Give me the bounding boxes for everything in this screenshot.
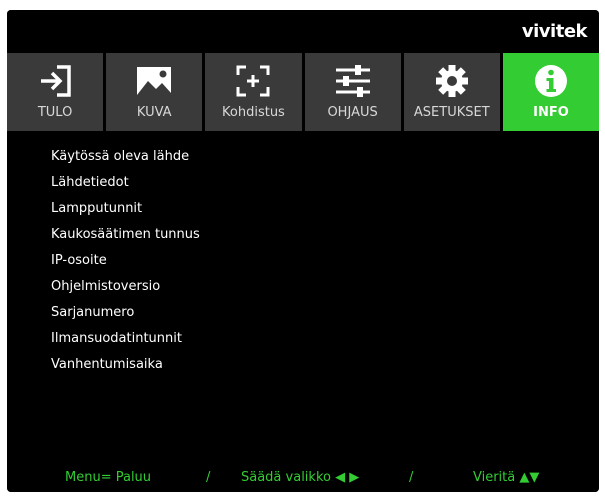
tab-tulo[interactable]: TULO [7, 53, 107, 131]
tab-label: KUVA [136, 105, 172, 120]
menu-item-lahdetiedot[interactable]: Lähdetiedot [51, 170, 599, 196]
alignment-icon [236, 65, 270, 97]
brand-bar: vivitek [7, 10, 599, 52]
menu-item-sarjanumero[interactable]: Sarjanumero [51, 300, 599, 326]
menu-item-kaukosaatimen-tunnus[interactable]: Kaukosäätimen tunnus [51, 222, 599, 248]
tab-kohdistus[interactable]: Kohdistus [205, 53, 305, 131]
tab-asetukset[interactable]: ASETUKSET [403, 53, 503, 131]
image-icon [137, 67, 172, 95]
tab-bar: TULO KUVA Kohdistus OHJAUS ASETUKSET INF… [7, 53, 599, 131]
hint-adjust: Säädä valikko ◀ ▶ [241, 470, 360, 485]
menu-item-vanhentumisaika[interactable]: Vanhentumisaika [51, 352, 599, 378]
tab-label: Kohdistus [222, 105, 285, 120]
menu-item-kaytossa-oleva-lahde[interactable]: Käytössä oleva lähde [51, 144, 599, 170]
gear-icon [435, 65, 468, 97]
menu-item-lampputunnit[interactable]: Lampputunnit [51, 196, 599, 222]
hint-separator: / [409, 470, 414, 485]
hint-separator: / [206, 470, 211, 485]
tab-ohjaus[interactable]: OHJAUS [304, 53, 404, 131]
tab-label: TULO [37, 105, 73, 120]
tab-label: ASETUKSET [413, 105, 490, 120]
info-icon [534, 65, 567, 97]
tab-kuva[interactable]: KUVA [106, 53, 206, 131]
tab-label: INFO [533, 105, 569, 120]
menu-item-ilmansuodatintunnit[interactable]: Ilmansuodatintunnit [51, 326, 599, 352]
footer-hints: Menu= Paluu / Säädä valikko ◀ ▶ / Vierit… [7, 462, 599, 492]
tab-label: OHJAUS [327, 105, 378, 120]
info-menu: Käytössä oleva lähde Lähdetiedot Lampput… [7, 131, 599, 461]
vivitek-logo: vivitek [521, 21, 588, 42]
tab-info[interactable]: INFO [502, 53, 599, 131]
hint-back: Menu= Paluu [65, 470, 152, 485]
input-icon [41, 65, 71, 97]
menu-item-ohjelmistoversio[interactable]: Ohjelmistoversio [51, 274, 599, 300]
menu-item-ip-osoite[interactable]: IP-osoite [51, 248, 599, 274]
osd-menu: vivitek TULO KUVA Kohdistus OHJAUS ASETU… [7, 10, 599, 492]
sliders-icon [335, 65, 370, 97]
hint-scroll: Vieritä ▲▼ [473, 470, 540, 485]
